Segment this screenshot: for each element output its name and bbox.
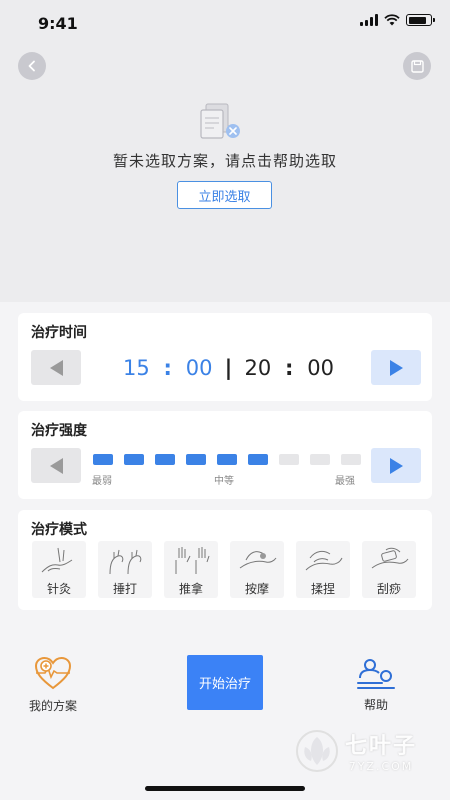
mode-label: 刮痧 [376, 582, 401, 596]
triangle-right-icon [389, 359, 403, 376]
strength-segment[interactable] [341, 454, 361, 465]
strength-min-label: 最弱 [92, 476, 112, 487]
watermark-en: 7YZ.COM [348, 760, 414, 773]
strength-mid-label: 中等 [214, 476, 234, 487]
back-button[interactable] [18, 52, 46, 80]
card-title: 治疗时间 [31, 325, 87, 341]
help-button[interactable]: 帮助 [341, 658, 411, 713]
watermark: 七叶子 7YZ.COM [295, 728, 417, 773]
triangle-left-icon [49, 359, 63, 376]
mode-scraping[interactable]: 刮痧 [362, 541, 416, 598]
decrease-strength-button[interactable] [31, 448, 81, 483]
no-document-icon [200, 103, 240, 139]
time-display: 15 : 00 | 20 : 00 [123, 354, 334, 382]
strength-segment[interactable] [248, 454, 268, 465]
mode-label: 针灸 [46, 582, 71, 596]
mode-kneading[interactable]: 揉捏 [296, 541, 350, 598]
start-time-button[interactable] [371, 350, 421, 385]
heart-plus-icon [34, 656, 72, 690]
strength-segment[interactable] [310, 454, 330, 465]
strength-max-label: 最强 [335, 476, 355, 487]
card-title: 治疗模式 [31, 522, 87, 538]
battery-icon [406, 14, 435, 26]
mode-pushing[interactable]: 推拿 [164, 541, 218, 598]
save-icon [410, 59, 424, 73]
nav-label: 帮助 [363, 698, 388, 712]
signal-icon [360, 14, 378, 26]
strength-segment[interactable] [186, 454, 206, 465]
mode-label: 按摩 [244, 582, 269, 596]
mode-label: 揉捏 [310, 582, 335, 596]
divider-bar: | [224, 356, 233, 380]
plan-area: 暂未选取方案，请点击帮助选取 立即选取 [0, 46, 450, 302]
watermark-cn: 七叶子 [345, 734, 418, 759]
save-button[interactable] [403, 52, 431, 80]
status-bar: 9:41 [0, 0, 450, 46]
current-seconds: 00 [185, 356, 213, 380]
massage-icon [239, 551, 277, 569]
pushing-icon [175, 547, 210, 574]
kneading-icon [305, 550, 343, 571]
colon-separator: : [163, 356, 172, 380]
total-minutes: 20 [244, 356, 272, 380]
scraping-icon [371, 547, 409, 569]
mode-tapping[interactable]: 捶打 [98, 541, 152, 598]
nav-label: 我的方案 [28, 699, 77, 713]
treatment-time-card: 治疗时间 15 : 00 | 20 : 00 [18, 313, 432, 401]
strength-segment[interactable] [93, 454, 113, 465]
decrease-time-button[interactable] [31, 350, 81, 385]
leaf-logo-icon [296, 729, 338, 772]
treatment-strength-card: 治疗强度 最弱 中等 最强 [18, 411, 432, 499]
chevron-left-icon [28, 60, 35, 72]
wifi-icon [384, 14, 400, 26]
my-plan-button[interactable]: 我的方案 [18, 655, 88, 714]
watermark-text: 七叶子 7YZ.COM [345, 728, 417, 773]
acupuncture-icon [41, 547, 73, 573]
start-treatment-button[interactable]: 开始治疗 [187, 655, 263, 710]
mode-label: 推拿 [178, 582, 203, 596]
empty-message: 暂未选取方案，请点击帮助选取 [112, 152, 337, 170]
strength-level-bar[interactable] [93, 454, 361, 465]
tapping-icon [109, 549, 142, 575]
help-icon [357, 659, 395, 689]
select-now-button[interactable]: 立即选取 [177, 181, 272, 209]
strength-segment[interactable] [217, 454, 237, 465]
card-title: 治疗强度 [31, 423, 87, 439]
increase-strength-button[interactable] [371, 448, 421, 483]
home-indicator [145, 786, 305, 791]
strength-segment[interactable] [279, 454, 299, 465]
triangle-left-icon [49, 457, 63, 474]
status-icons [360, 14, 435, 26]
triangle-right-icon [389, 457, 403, 474]
colon-separator: : [285, 356, 294, 380]
current-minutes: 15 [123, 356, 150, 380]
treatment-mode-card: 治疗模式 针灸 捶打 推拿 按摩 揉捏 刮痧 [18, 510, 432, 610]
strength-segment[interactable] [124, 454, 144, 465]
mode-label: 捶打 [112, 582, 137, 596]
status-time: 9:41 [38, 14, 78, 33]
mode-massage[interactable]: 按摩 [230, 541, 284, 598]
total-seconds: 00 [307, 356, 334, 380]
strength-segment[interactable] [155, 454, 175, 465]
mode-acupuncture[interactable]: 针灸 [32, 541, 86, 598]
mode-list: 针灸 捶打 推拿 按摩 揉捏 刮痧 [32, 541, 416, 598]
